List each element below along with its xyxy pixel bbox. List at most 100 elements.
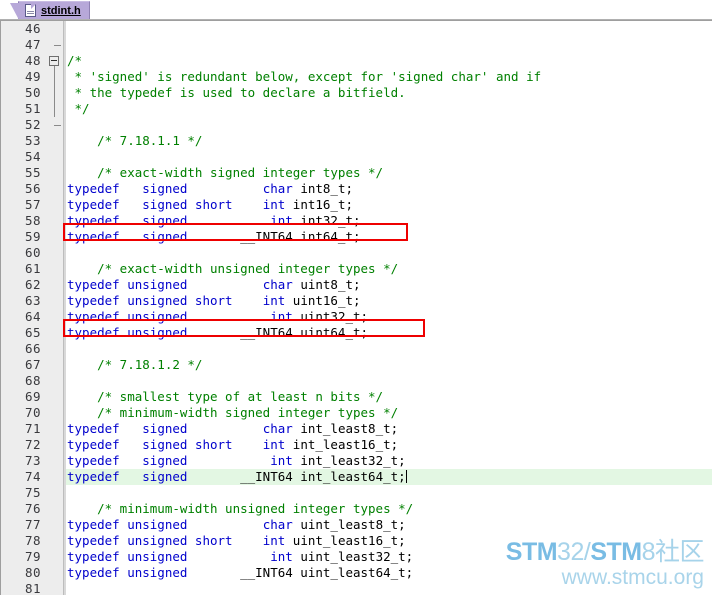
code-text[interactable]: typedef unsigned short int uint16_t;	[67, 293, 361, 309]
code-text[interactable]: typedef signed char int8_t;	[67, 181, 353, 197]
code-text[interactable]: typedef unsigned short int uint_least16_…	[67, 533, 406, 549]
code-text[interactable]: /* 7.18.1.1 */	[67, 133, 202, 149]
code-line[interactable]: 75	[1, 485, 712, 501]
fold-margin[interactable]	[47, 469, 63, 485]
fold-margin[interactable]	[47, 37, 63, 53]
code-line[interactable]: 60	[1, 245, 712, 261]
code-text[interactable]: typedef signed short int int_least16_t;	[67, 437, 398, 453]
fold-margin[interactable]	[47, 533, 63, 549]
fold-margin[interactable]	[47, 325, 63, 341]
code-line[interactable]: 66	[1, 341, 712, 357]
editor-pane[interactable]: 46 47 48/* 49 * 'signed' is redundant below…	[0, 20, 712, 595]
code-text[interactable]: typedef unsigned char uint_least8_t;	[67, 517, 406, 533]
fold-collapse-icon[interactable]	[49, 56, 59, 66]
code-text[interactable]: /*	[67, 53, 82, 69]
fold-margin[interactable]	[47, 181, 63, 197]
code-line[interactable]: 74 typedef signed __INT64 int_least64_t;	[1, 469, 712, 485]
fold-margin[interactable]	[47, 517, 63, 533]
code-text[interactable]: /* exact-width unsigned integer types */	[67, 261, 398, 277]
code-text[interactable]: /* exact-width signed integer types */	[67, 165, 383, 181]
code-line[interactable]: 50 * the typedef is used to declare a bi…	[1, 85, 712, 101]
fold-margin[interactable]	[47, 437, 63, 453]
code-line[interactable]: 48 /*	[1, 53, 712, 69]
fold-margin[interactable]	[47, 565, 63, 581]
fold-margin[interactable]	[47, 389, 63, 405]
code-line[interactable]: 64 typedef unsigned int uint32_t;	[1, 309, 712, 325]
fold-margin[interactable]	[47, 501, 63, 517]
fold-margin[interactable]	[47, 85, 63, 101]
code-line[interactable]: 52	[1, 117, 712, 133]
fold-margin[interactable]	[47, 117, 63, 133]
code-text[interactable]: typedef unsigned char uint8_t;	[67, 277, 361, 293]
code-line[interactable]: 73 typedef signed int int_least32_t;	[1, 453, 712, 469]
code-text[interactable]: /* minimum-width unsigned integer types …	[67, 501, 413, 517]
code-line[interactable]: 56 typedef signed char int8_t;	[1, 181, 712, 197]
code-line[interactable]: 57 typedef signed short int int16_t;	[1, 197, 712, 213]
fold-margin[interactable]	[47, 261, 63, 277]
fold-margin[interactable]	[47, 21, 63, 37]
code-line[interactable]: 54	[1, 149, 712, 165]
fold-margin[interactable]	[47, 581, 63, 595]
code-text[interactable]: typedef signed char int_least8_t;	[67, 421, 398, 437]
code-line[interactable]: 76 /* minimum-width unsigned integer typ…	[1, 501, 712, 517]
fold-margin[interactable]	[47, 341, 63, 357]
code-text[interactable]: typedef signed __INT64 int64_t;	[67, 229, 361, 245]
fold-margin[interactable]	[47, 53, 63, 69]
code-line[interactable]: 68	[1, 373, 712, 389]
fold-margin[interactable]	[47, 69, 63, 85]
code-line[interactable]: 58 typedef signed int int32_t;	[1, 213, 712, 229]
fold-margin[interactable]	[47, 229, 63, 245]
fold-margin[interactable]	[47, 213, 63, 229]
code-line[interactable]: 63 typedef unsigned short int uint16_t;	[1, 293, 712, 309]
code-line[interactable]: 46	[1, 21, 712, 37]
code-line[interactable]: 67 /* 7.18.1.2 */	[1, 357, 712, 373]
fold-margin[interactable]	[47, 421, 63, 437]
code-line[interactable]: 55 /* exact-width signed integer types *…	[1, 165, 712, 181]
code-line[interactable]: 61 /* exact-width unsigned integer types…	[1, 261, 712, 277]
fold-margin[interactable]	[47, 373, 63, 389]
code-line[interactable]: 71 typedef signed char int_least8_t;	[1, 421, 712, 437]
code-text[interactable]: typedef unsigned __INT64 uint_least64_t;	[67, 565, 413, 581]
code-text[interactable]: /* 7.18.1.2 */	[67, 357, 202, 373]
code-text[interactable]: */	[67, 101, 90, 117]
code-text[interactable]: typedef unsigned __INT64 uint64_t;	[67, 325, 368, 341]
fold-margin[interactable]	[47, 133, 63, 149]
fold-margin[interactable]	[47, 357, 63, 373]
fold-margin[interactable]	[47, 485, 63, 501]
code-line[interactable]: 70 /* minimum-width signed integer types…	[1, 405, 712, 421]
code-line[interactable]: 47	[1, 37, 712, 53]
code-token-id	[120, 421, 143, 436]
code-line[interactable]: 51 */	[1, 101, 712, 117]
fold-margin[interactable]	[47, 149, 63, 165]
fold-margin[interactable]	[47, 277, 63, 293]
fold-margin[interactable]	[47, 309, 63, 325]
fold-margin[interactable]	[47, 453, 63, 469]
code-line[interactable]: 77 typedef unsigned char uint_least8_t;	[1, 517, 712, 533]
code-text[interactable]: typedef signed int int32_t;	[67, 213, 361, 229]
tab-stdint-h[interactable]: stdint.h	[10, 1, 90, 20]
code-lines-container[interactable]: 46 47 48/* 49 * 'signed' is redundant below…	[1, 21, 712, 595]
code-text[interactable]: * the typedef is used to declare a bitfi…	[67, 85, 406, 101]
code-line[interactable]: 53 /* 7.18.1.1 */	[1, 133, 712, 149]
code-text[interactable]: /* smallest type of at least n bits */	[67, 389, 383, 405]
code-line[interactable]: 69 /* smallest type of at least n bits *…	[1, 389, 712, 405]
code-text[interactable]: /* minimum-width signed integer types */	[67, 405, 398, 421]
fold-margin[interactable]	[47, 293, 63, 309]
fold-margin[interactable]	[47, 165, 63, 181]
code-line[interactable]: 62 typedef unsigned char uint8_t;	[1, 277, 712, 293]
code-text[interactable]: typedef unsigned int uint32_t;	[67, 309, 368, 325]
code-text[interactable]: typedef signed __INT64 int_least64_t;	[67, 469, 407, 485]
code-text[interactable]: * 'signed' is redundant below, except fo…	[67, 69, 542, 85]
code-line[interactable]: 65 typedef unsigned __INT64 uint64_t;	[1, 325, 712, 341]
code-line[interactable]: 49 * 'signed' is redundant below, except…	[1, 69, 712, 85]
fold-margin[interactable]	[47, 549, 63, 565]
fold-margin[interactable]	[47, 101, 63, 117]
code-text[interactable]: typedef signed int int_least32_t;	[67, 453, 406, 469]
code-line[interactable]: 72 typedef signed short int int_least16_t…	[1, 437, 712, 453]
code-line[interactable]: 59 typedef signed __INT64 int64_t;	[1, 229, 712, 245]
code-text[interactable]: typedef unsigned int uint_least32_t;	[67, 549, 413, 565]
fold-margin[interactable]	[47, 245, 63, 261]
fold-margin[interactable]	[47, 405, 63, 421]
fold-margin[interactable]	[47, 197, 63, 213]
code-text[interactable]: typedef signed short int int16_t;	[67, 197, 353, 213]
